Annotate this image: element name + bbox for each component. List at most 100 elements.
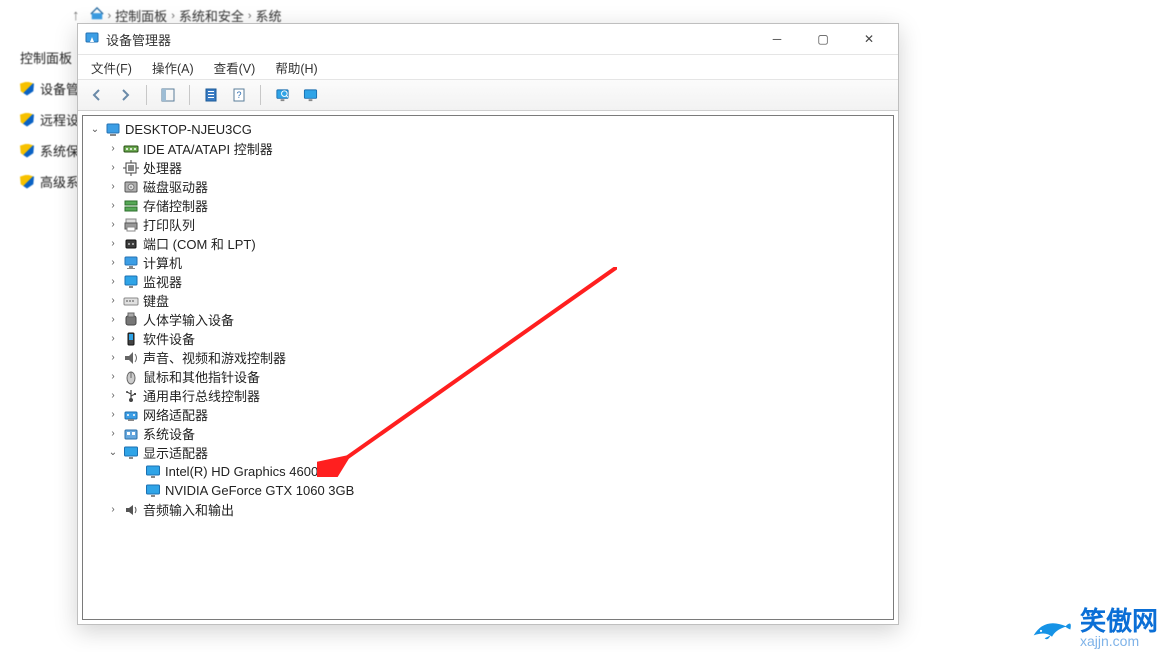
tree-category[interactable]: ›监视器 — [85, 272, 891, 291]
tree-category[interactable]: ›存储控制器 — [85, 196, 891, 215]
tree-category[interactable]: › 网络适配器 — [85, 405, 891, 424]
tree-category-label: 计算机 — [143, 253, 182, 272]
show-hide-console-tree-button[interactable] — [157, 84, 179, 106]
tree-category[interactable]: › 端口 (COM 和 LPT) — [85, 234, 891, 253]
menu-action[interactable]: 操作(A) — [149, 56, 197, 79]
expand-icon[interactable]: › — [107, 428, 119, 439]
shield-icon — [20, 82, 34, 96]
tree-category[interactable]: › 音频输入和输出 — [85, 500, 891, 519]
expand-icon[interactable]: › — [107, 219, 119, 230]
collapse-icon[interactable]: ⌄ — [107, 447, 119, 458]
tree-category-label: IDE ATA/ATAPI 控制器 — [143, 139, 273, 158]
collapse-icon[interactable]: ⌄ — [89, 124, 101, 135]
maximize-button[interactable]: ▢ — [800, 24, 846, 54]
network-icon — [123, 407, 139, 423]
up-icon[interactable]: ↑ — [72, 7, 80, 24]
expand-icon[interactable]: › — [107, 238, 119, 249]
expand-icon[interactable]: › — [107, 257, 119, 268]
expand-icon[interactable]: › — [107, 276, 119, 287]
disk-icon — [123, 179, 139, 195]
tree-category[interactable]: ›打印队列 — [85, 215, 891, 234]
menubar: 文件(F) 操作(A) 查看(V) 帮助(H) — [78, 55, 898, 80]
tree-category[interactable]: › 声音、视频和游戏控制器 — [85, 348, 891, 367]
titlebar[interactable]: 设备管理器 ─ ▢ ✕ — [78, 24, 898, 55]
mouse-icon — [123, 369, 139, 385]
menu-help[interactable]: 帮助(H) — [272, 56, 320, 79]
expand-icon[interactable]: › — [107, 390, 119, 401]
computer-icon — [123, 255, 139, 271]
expand-icon[interactable]: › — [107, 371, 119, 382]
expand-icon[interactable]: › — [107, 143, 119, 154]
tree-category-label: 通用串行总线控制器 — [143, 386, 260, 405]
device-manager-window: 设备管理器 ─ ▢ ✕ 文件(F) 操作(A) 查看(V) 帮助(H) ? — [77, 23, 899, 625]
back-button[interactable] — [86, 84, 108, 106]
forward-button[interactable] — [114, 84, 136, 106]
expand-icon[interactable]: › — [107, 200, 119, 211]
tree-category-label: 显示适配器 — [143, 443, 208, 462]
tree-category[interactable]: ›人体学输入设备 — [85, 310, 891, 329]
window-title: 设备管理器 — [106, 30, 171, 49]
expand-icon[interactable]: › — [107, 181, 119, 192]
scan-hardware-button[interactable] — [271, 84, 293, 106]
tree-category[interactable]: › 系统设备 — [85, 424, 891, 443]
help-button[interactable]: ? — [228, 84, 250, 106]
devices-printers-button[interactable] — [299, 84, 321, 106]
tree-category[interactable]: › 计算机 — [85, 253, 891, 272]
expand-icon[interactable]: › — [107, 409, 119, 420]
display-icon — [145, 464, 161, 480]
watermark-domain: xajjn.com — [1080, 634, 1139, 648]
menu-file[interactable]: 文件(F) — [88, 56, 135, 79]
display-icon — [123, 445, 139, 461]
tree-category-label: 鼠标和其他指针设备 — [143, 367, 260, 386]
toolbar-separator — [189, 85, 190, 105]
pc-icon — [105, 122, 121, 138]
expand-icon[interactable]: › — [107, 333, 119, 344]
watermark: 笑傲网 xajjn.com — [1030, 608, 1158, 648]
expand-icon[interactable]: › — [107, 162, 119, 173]
hid-icon — [123, 312, 139, 328]
audio-icon — [123, 502, 139, 518]
tree-category[interactable]: › 鼠标和其他指针设备 — [85, 367, 891, 386]
tree-root-label: DESKTOP-NJEU3CG — [125, 122, 252, 137]
tree-category[interactable]: › 通用串行总线控制器 — [85, 386, 891, 405]
toolbar: ? — [78, 80, 898, 111]
tree-category[interactable]: ›软件设备 — [85, 329, 891, 348]
tree-category-label: 声音、视频和游戏控制器 — [143, 348, 286, 367]
tree-device[interactable]: Intel(R) HD Graphics 4600 — [85, 462, 891, 481]
tree-category[interactable]: › 键盘 — [85, 291, 891, 310]
chevron-right-icon: › — [108, 10, 112, 22]
expand-icon[interactable]: › — [107, 352, 119, 363]
expand-icon[interactable]: › — [107, 295, 119, 306]
expand-icon[interactable]: › — [107, 314, 119, 325]
close-button[interactable]: ✕ — [846, 24, 892, 54]
minimize-button[interactable]: ─ — [754, 24, 800, 54]
monitor-icon — [123, 274, 139, 290]
tree-root[interactable]: ⌄ DESKTOP-NJEU3CG — [85, 120, 891, 139]
tree-category[interactable]: ›磁盘驱动器 — [85, 177, 891, 196]
tree-device-label: NVIDIA GeForce GTX 1060 3GB — [165, 483, 354, 498]
menu-view[interactable]: 查看(V) — [211, 56, 259, 79]
tree-category-label: 系统设备 — [143, 424, 195, 443]
keyboard-icon — [123, 293, 139, 309]
chevron-right-icon: › — [171, 10, 175, 22]
tree-category-label: 键盘 — [143, 291, 169, 310]
tree-category-label: 音频输入和输出 — [143, 500, 234, 519]
printer-icon — [123, 217, 139, 233]
shield-icon — [20, 144, 34, 158]
home-icon[interactable] — [90, 7, 104, 24]
tree-category[interactable]: › IDE ATA/ATAPI 控制器 — [85, 139, 891, 158]
tree-category-label: 端口 (COM 和 LPT) — [143, 234, 256, 253]
tree-category-label: 网络适配器 — [143, 405, 208, 424]
device-tree[interactable]: ⌄ DESKTOP-NJEU3CG › IDE ATA/ATAPI 控制器›处理器… — [82, 115, 894, 620]
tree-device[interactable]: NVIDIA GeForce GTX 1060 3GB — [85, 481, 891, 500]
storage-icon — [123, 198, 139, 214]
tree-device-label: Intel(R) HD Graphics 4600 — [165, 464, 318, 479]
properties-button[interactable] — [200, 84, 222, 106]
tree-category[interactable]: ⌄ 显示适配器 — [85, 443, 891, 462]
svg-text:?: ? — [236, 90, 241, 100]
shield-icon — [20, 175, 34, 189]
sound-icon — [123, 350, 139, 366]
tree-category[interactable]: ›处理器 — [85, 158, 891, 177]
display-icon — [145, 483, 161, 499]
expand-icon[interactable]: › — [107, 504, 119, 515]
